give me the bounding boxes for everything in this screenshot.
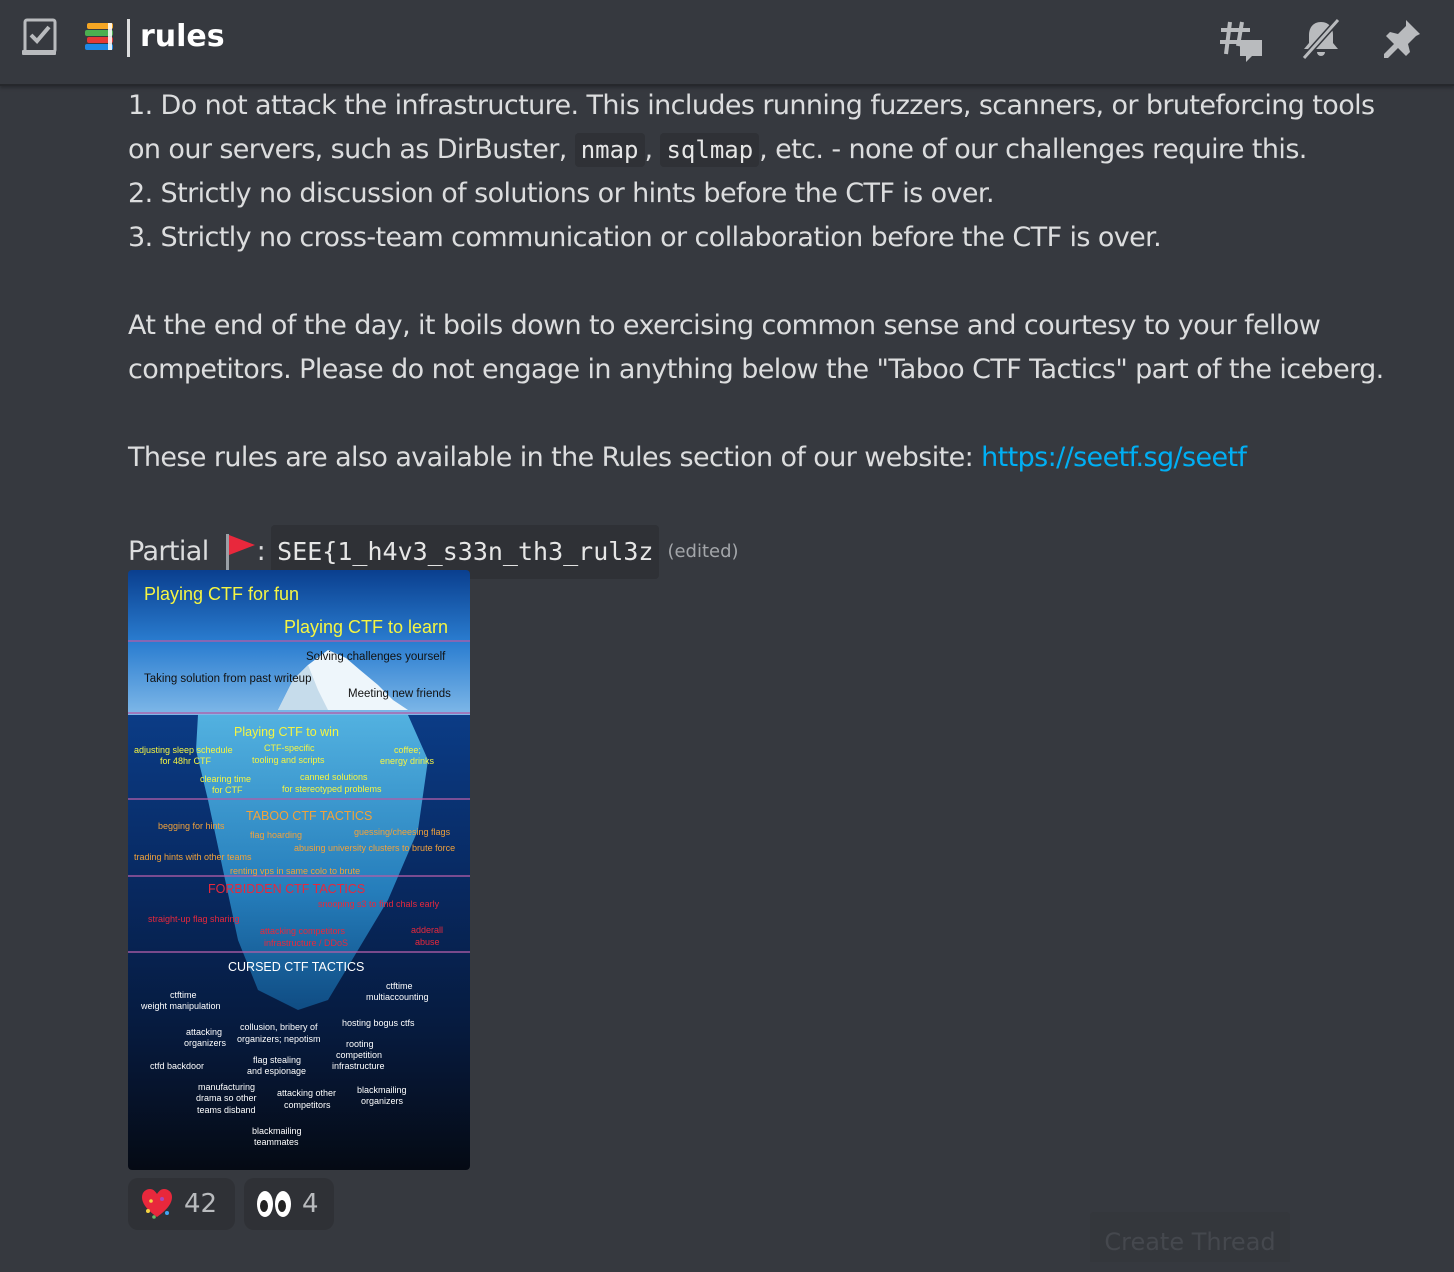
iceberg-attacking-comp-1: attacking competitors — [260, 926, 346, 936]
iceberg-rooting-1: rooting — [346, 1039, 374, 1049]
paragraph-1-line-2: competitors. Please do not engage in any… — [128, 354, 1384, 385]
checkbox-icon[interactable] — [22, 18, 58, 56]
iceberg-blackmail-org-1: blackmailing — [357, 1085, 407, 1095]
rule-1-suffix: , etc. - none of our challenges require … — [759, 134, 1307, 165]
create-thread-button[interactable]: Create Thread — [1090, 1212, 1290, 1262]
iceberg-attacking-comp-2: infrastructure / DDoS — [264, 938, 348, 948]
rule-2: 2. Strictly no discussion of solutions o… — [128, 178, 995, 209]
iceberg-blackmail-team-2: teammates — [254, 1137, 299, 1147]
website-link[interactable]: https://seetf.sg/seetf — [981, 442, 1247, 473]
comma-text: , — [644, 134, 661, 165]
iceberg-image[interactable]: Playing CTF for fun Playing CTF to learn… — [128, 570, 470, 1170]
iceberg-forbidden: FORBIDDEN CTF TACTICS — [208, 882, 365, 896]
heart-party-emoji-icon — [142, 1189, 172, 1219]
iceberg-drama-3: teams disband — [197, 1105, 256, 1115]
iceberg-specific-1: CTF-specific — [264, 743, 315, 753]
title-separator — [127, 19, 130, 57]
iceberg-coffee-2: energy drinks — [380, 756, 435, 766]
iceberg-attacking-org-2: organizers — [184, 1038, 227, 1048]
iceberg-sleep-1: adjusting sleep schedule — [134, 745, 233, 755]
channel-title: rules — [140, 19, 225, 54]
iceberg-specific-2: tooling and scripts — [252, 755, 325, 765]
partial-flag-line: Partial : SEE{1_h4v3_s33n_th3_rul3z (edi… — [128, 525, 1438, 579]
iceberg-ctftime-weight-2: weight manipulation — [140, 1001, 221, 1011]
iceberg-clearing-2: for CTF — [212, 785, 243, 795]
iceberg-drama-1: manufacturing — [198, 1082, 255, 1092]
iceberg-canned-1: canned solutions — [300, 772, 368, 782]
iceberg-collusion-1: collusion, bribery of — [240, 1022, 318, 1032]
partial-colon: : — [256, 536, 266, 567]
reaction-heart-party[interactable]: 42 — [128, 1178, 235, 1230]
reaction-eyes[interactable]: 4 — [244, 1178, 334, 1230]
reaction-heart-count: 42 — [184, 1189, 218, 1219]
edited-label: (edited) — [667, 541, 739, 562]
threads-icon[interactable] — [1218, 16, 1264, 62]
iceberg-begging: begging for hints — [158, 821, 225, 831]
iceberg-stealing-1: flag stealing — [253, 1055, 301, 1065]
paragraph-1-line-1: At the end of the day, it boils down to … — [128, 310, 1321, 341]
iceberg-abusing: abusing university clusters to brute for… — [294, 843, 455, 853]
reaction-eyes-count: 4 — [302, 1189, 319, 1219]
rule-1-line-1: 1. Do not attack the infrastructure. Thi… — [128, 90, 1375, 121]
iceberg-attacking-other-2: competitors — [284, 1100, 331, 1110]
red-flag-emoji-icon — [225, 534, 255, 572]
notifications-muted-icon[interactable] — [1298, 16, 1344, 62]
iceberg-taking: Taking solution from past writeup — [144, 673, 311, 685]
iceberg-attacking-other-1: attacking other — [277, 1088, 336, 1098]
rule-1-line-2: on our servers, such as DirBuster, nmap,… — [128, 128, 1438, 172]
iceberg-hoarding: flag hoarding — [250, 830, 302, 840]
iceberg-attacking-org-1: attacking — [186, 1027, 222, 1037]
iceberg-meeting: Meeting new friends — [348, 688, 451, 700]
iceberg-ctftime-multi-2: multiaccounting — [366, 992, 429, 1002]
iceberg-blackmail-org-2: organizers — [361, 1096, 404, 1106]
eyes-emoji-icon — [257, 1191, 291, 1217]
iceberg-solving: Solving challenges yourself — [306, 651, 446, 663]
iceberg-adderall-2: abuse — [415, 937, 440, 947]
iceberg-straight: straight-up flag sharing — [148, 914, 240, 924]
iceberg-rooting-3: infrastructure — [332, 1061, 385, 1071]
iceberg-drama-2: drama so other — [196, 1093, 257, 1103]
iceberg-stealing-2: and espionage — [247, 1066, 306, 1076]
iceberg-sleep-2: for 48hr CTF — [160, 756, 212, 766]
partial-label: Partial — [128, 536, 209, 567]
iceberg-guessing: guessing/cheesing flags — [354, 827, 451, 837]
iceberg-coffee-1: coffee; — [394, 745, 421, 755]
code-nmap: nmap — [574, 133, 645, 167]
iceberg-ctftime-multi-1: ctftime — [386, 981, 413, 991]
iceberg-ctftime-weight-1: ctftime — [170, 990, 197, 1000]
iceberg-cursed: CURSED CTF TACTICS — [228, 960, 364, 974]
message-content: 1. Do not attack the infrastructure. Thi… — [128, 84, 1438, 579]
iceberg-learn: Playing CTF to learn — [284, 617, 448, 637]
rule-3: 3. Strictly no cross-team communication … — [128, 222, 1162, 253]
iceberg-fun: Playing CTF for fun — [144, 584, 299, 604]
code-sqlmap: sqlmap — [660, 133, 760, 167]
iceberg-adderall-1: adderall — [411, 925, 443, 935]
iceberg-taboo: TABOO CTF TACTICS — [246, 809, 372, 823]
pin-icon[interactable] — [1378, 16, 1424, 62]
website-text: These rules are also available in the Ru… — [128, 442, 982, 473]
iceberg-backdoor: ctfd backdoor — [150, 1061, 204, 1071]
rule-1-text: on our servers, such as DirBuster, — [128, 134, 575, 165]
iceberg-canned-2: for stereotyped problems — [282, 784, 382, 794]
iceberg-renting: renting vps in same colo to brute — [230, 866, 360, 876]
channel-header: rules — [0, 0, 1454, 86]
iceberg-clearing-1: clearing time — [200, 774, 251, 784]
iceberg-rooting-2: competition — [336, 1050, 382, 1060]
iceberg-blackmail-team-1: blackmailing — [252, 1126, 302, 1136]
iceberg-trading: trading hints with other teams — [134, 852, 252, 862]
iceberg-snooping: snooping s3 to find chals early — [318, 899, 440, 909]
iceberg-hosting: hosting bogus ctfs — [342, 1018, 415, 1028]
iceberg-win: Playing CTF to win — [234, 725, 339, 739]
iceberg-collusion-2: organizers; nepotism — [237, 1034, 321, 1044]
paragraph-2: These rules are also available in the Ru… — [128, 436, 1438, 480]
books-emoji-icon — [85, 23, 113, 50]
